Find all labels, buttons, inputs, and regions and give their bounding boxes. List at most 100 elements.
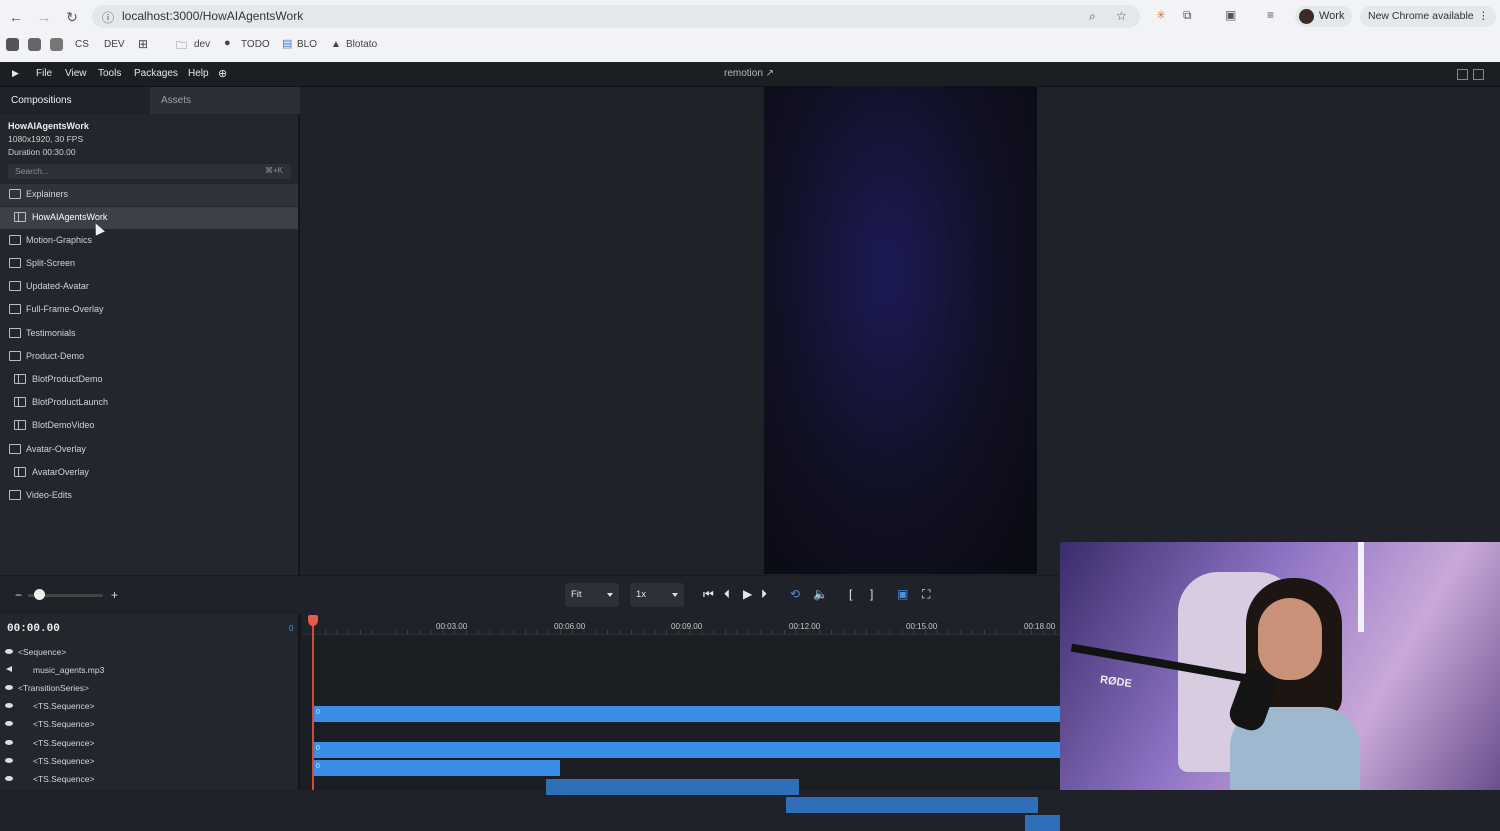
menu-file[interactable]: File — [36, 68, 52, 79]
update-button[interactable]: New Chrome available ⋮ — [1360, 6, 1496, 27]
track-name: <TransitionSeries> — [18, 683, 90, 693]
speaker-icon[interactable] — [6, 666, 12, 672]
remotion-logo-icon[interactable]: ▶ — [12, 68, 19, 79]
track-name: <TS.Sequence> — [33, 756, 95, 766]
profile-label: Work — [1319, 10, 1345, 22]
tree-item-motion-graphics[interactable]: Motion-Graphics — [0, 230, 298, 252]
tree-item-blotproductdemo[interactable]: BlotProductDemo — [0, 369, 298, 391]
bookmark-blotato[interactable]: Blotato — [346, 39, 377, 50]
extension-icon[interactable]: ✳ — [1156, 8, 1166, 22]
out-point-icon[interactable]: ] — [870, 587, 873, 601]
reading-list-icon[interactable]: ≡ — [1267, 8, 1274, 22]
ts-sequence-bar[interactable] — [1025, 815, 1060, 831]
zoom-slider-handle[interactable] — [34, 589, 45, 600]
bar-frame-label: 0 — [316, 763, 320, 770]
tree-item-avataroverlay[interactable]: AvatarOverlay — [0, 462, 298, 484]
track-name: <TS.Sequence> — [33, 719, 95, 729]
tree-item-label: AvatarOverlay — [32, 467, 89, 477]
tab-compositions[interactable]: Compositions — [0, 87, 150, 114]
playhead-handle[interactable] — [308, 615, 318, 626]
menu-packages[interactable]: Packages — [134, 68, 178, 79]
bookmark-star-icon[interactable]: ☆ — [1116, 9, 1127, 23]
tree-item-updated-avatar[interactable]: Updated-Avatar — [0, 276, 298, 298]
composition-resolution: 1080x1920, 30 FPS — [8, 134, 84, 144]
ts-sequence-bar[interactable] — [546, 779, 799, 795]
tree-item-blotdemovideo[interactable]: BlotDemoVideo — [0, 415, 298, 437]
tree-item-howaiagentswork[interactable]: HowAIAgentsWork — [0, 207, 298, 229]
layout-panel-icon[interactable] — [1473, 69, 1484, 80]
tree-item-split-screen[interactable]: Split-Screen — [0, 253, 298, 275]
tree-item-full-frame-overlay[interactable]: Full-Frame-Overlay — [0, 299, 298, 321]
step-back-icon[interactable]: ⏴ — [724, 587, 730, 602]
tree-item-explainers[interactable]: Explainers — [0, 184, 298, 206]
bookmark-cs[interactable]: CS — [75, 39, 89, 50]
app-title[interactable]: remotion ↗ — [724, 68, 774, 79]
play-icon[interactable]: ▶ — [743, 587, 752, 601]
info-icon[interactable]: ⊕ — [218, 67, 227, 80]
bookmark-icon[interactable] — [28, 38, 41, 51]
jump-to-start-icon[interactable]: ⏮ — [703, 587, 714, 602]
transition-series-bar[interactable]: 0 — [313, 742, 1060, 758]
eye-icon[interactable] — [5, 740, 13, 745]
volume-icon[interactable]: 🔈 — [813, 587, 828, 601]
tree-item-video-edits[interactable]: Video-Edits — [0, 485, 298, 507]
layout-sidebar-icon[interactable] — [1457, 69, 1468, 80]
tree-item-product-demo[interactable]: Product-Demo — [0, 346, 298, 368]
chevron-down-icon — [607, 593, 613, 597]
loop-icon[interactable]: ⟲ — [790, 587, 800, 601]
folder-icon — [9, 304, 21, 314]
ts-sequence-bar[interactable] — [786, 797, 1038, 813]
video-canvas[interactable] — [764, 87, 1037, 574]
menu-view[interactable]: View — [65, 68, 87, 79]
playhead[interactable] — [312, 615, 314, 790]
fullscreen-icon[interactable]: ⛶ — [922, 587, 930, 602]
profile-button[interactable]: Work — [1295, 6, 1353, 27]
back-icon[interactable]: ← — [6, 7, 26, 27]
tab-assets[interactable]: Assets — [150, 87, 300, 114]
address-bar[interactable]: ⓘ localhost:3000/HowAIAgentsWork ⌕ ☆ — [92, 5, 1140, 28]
timecode-display[interactable]: 00:00.00 — [7, 623, 60, 635]
step-forward-icon[interactable]: ⏵ — [761, 587, 767, 602]
forward-icon[interactable]: → — [34, 7, 54, 27]
site-info-icon[interactable]: ⓘ — [102, 9, 114, 26]
tree-item-blotproductlaunch[interactable]: BlotProductLaunch — [0, 392, 298, 414]
extensions-puzzle-icon[interactable]: ⧉ — [1183, 8, 1192, 23]
search-input[interactable]: Search... ⌘+K — [8, 164, 291, 179]
playback-rate-select[interactable]: 1x — [630, 583, 684, 607]
ts-sequence-bar[interactable]: 0 — [313, 760, 560, 776]
folder-icon — [9, 258, 21, 268]
zoom-in-button[interactable]: + — [111, 588, 118, 602]
fit-select[interactable]: Fit — [565, 583, 619, 607]
zoom-icon[interactable]: ⌕ — [1089, 9, 1096, 24]
tick-label: 00:18.00 — [1024, 622, 1056, 631]
tree-item-avatar-overlay[interactable]: Avatar-Overlay — [0, 439, 298, 461]
eye-icon[interactable] — [5, 685, 13, 690]
tab-search-icon[interactable]: ▣ — [1225, 8, 1236, 22]
folder-open-icon — [9, 444, 21, 454]
eye-icon[interactable] — [5, 721, 13, 726]
bookmark-icon[interactable] — [50, 38, 63, 51]
more-menu-icon[interactable]: ⋮ — [1478, 6, 1489, 27]
webcam-person-face — [1258, 598, 1322, 680]
site-icon: ▲ — [331, 39, 341, 50]
menu-help[interactable]: Help — [188, 68, 209, 79]
reload-icon[interactable]: ↻ — [62, 7, 82, 27]
bookmark-icon[interactable] — [6, 38, 19, 51]
bookmark-dev-folder[interactable]: dev — [194, 39, 210, 50]
bookmark-blo[interactable]: BLO — [297, 39, 317, 50]
zoom-out-button[interactable]: − — [15, 588, 22, 602]
tick-label: 00:12.00 — [789, 622, 821, 631]
bar-frame-label: 0 — [316, 745, 320, 752]
eye-icon[interactable] — [5, 649, 13, 654]
eye-icon[interactable] — [5, 758, 13, 763]
apps-grid-icon[interactable]: ⊞ — [138, 37, 148, 51]
tree-item-testimonials[interactable]: Testimonials — [0, 323, 298, 345]
checkerboard-icon[interactable]: ▣ — [897, 587, 908, 601]
sequence-bar[interactable]: 0 — [313, 706, 1060, 722]
menu-tools[interactable]: Tools — [98, 68, 121, 79]
eye-icon[interactable] — [5, 776, 13, 781]
bookmark-todo[interactable]: TODO — [241, 39, 270, 50]
in-point-icon[interactable]: [ — [849, 587, 852, 601]
eye-icon[interactable] — [5, 703, 13, 708]
bookmark-dev[interactable]: DEV — [104, 39, 125, 50]
